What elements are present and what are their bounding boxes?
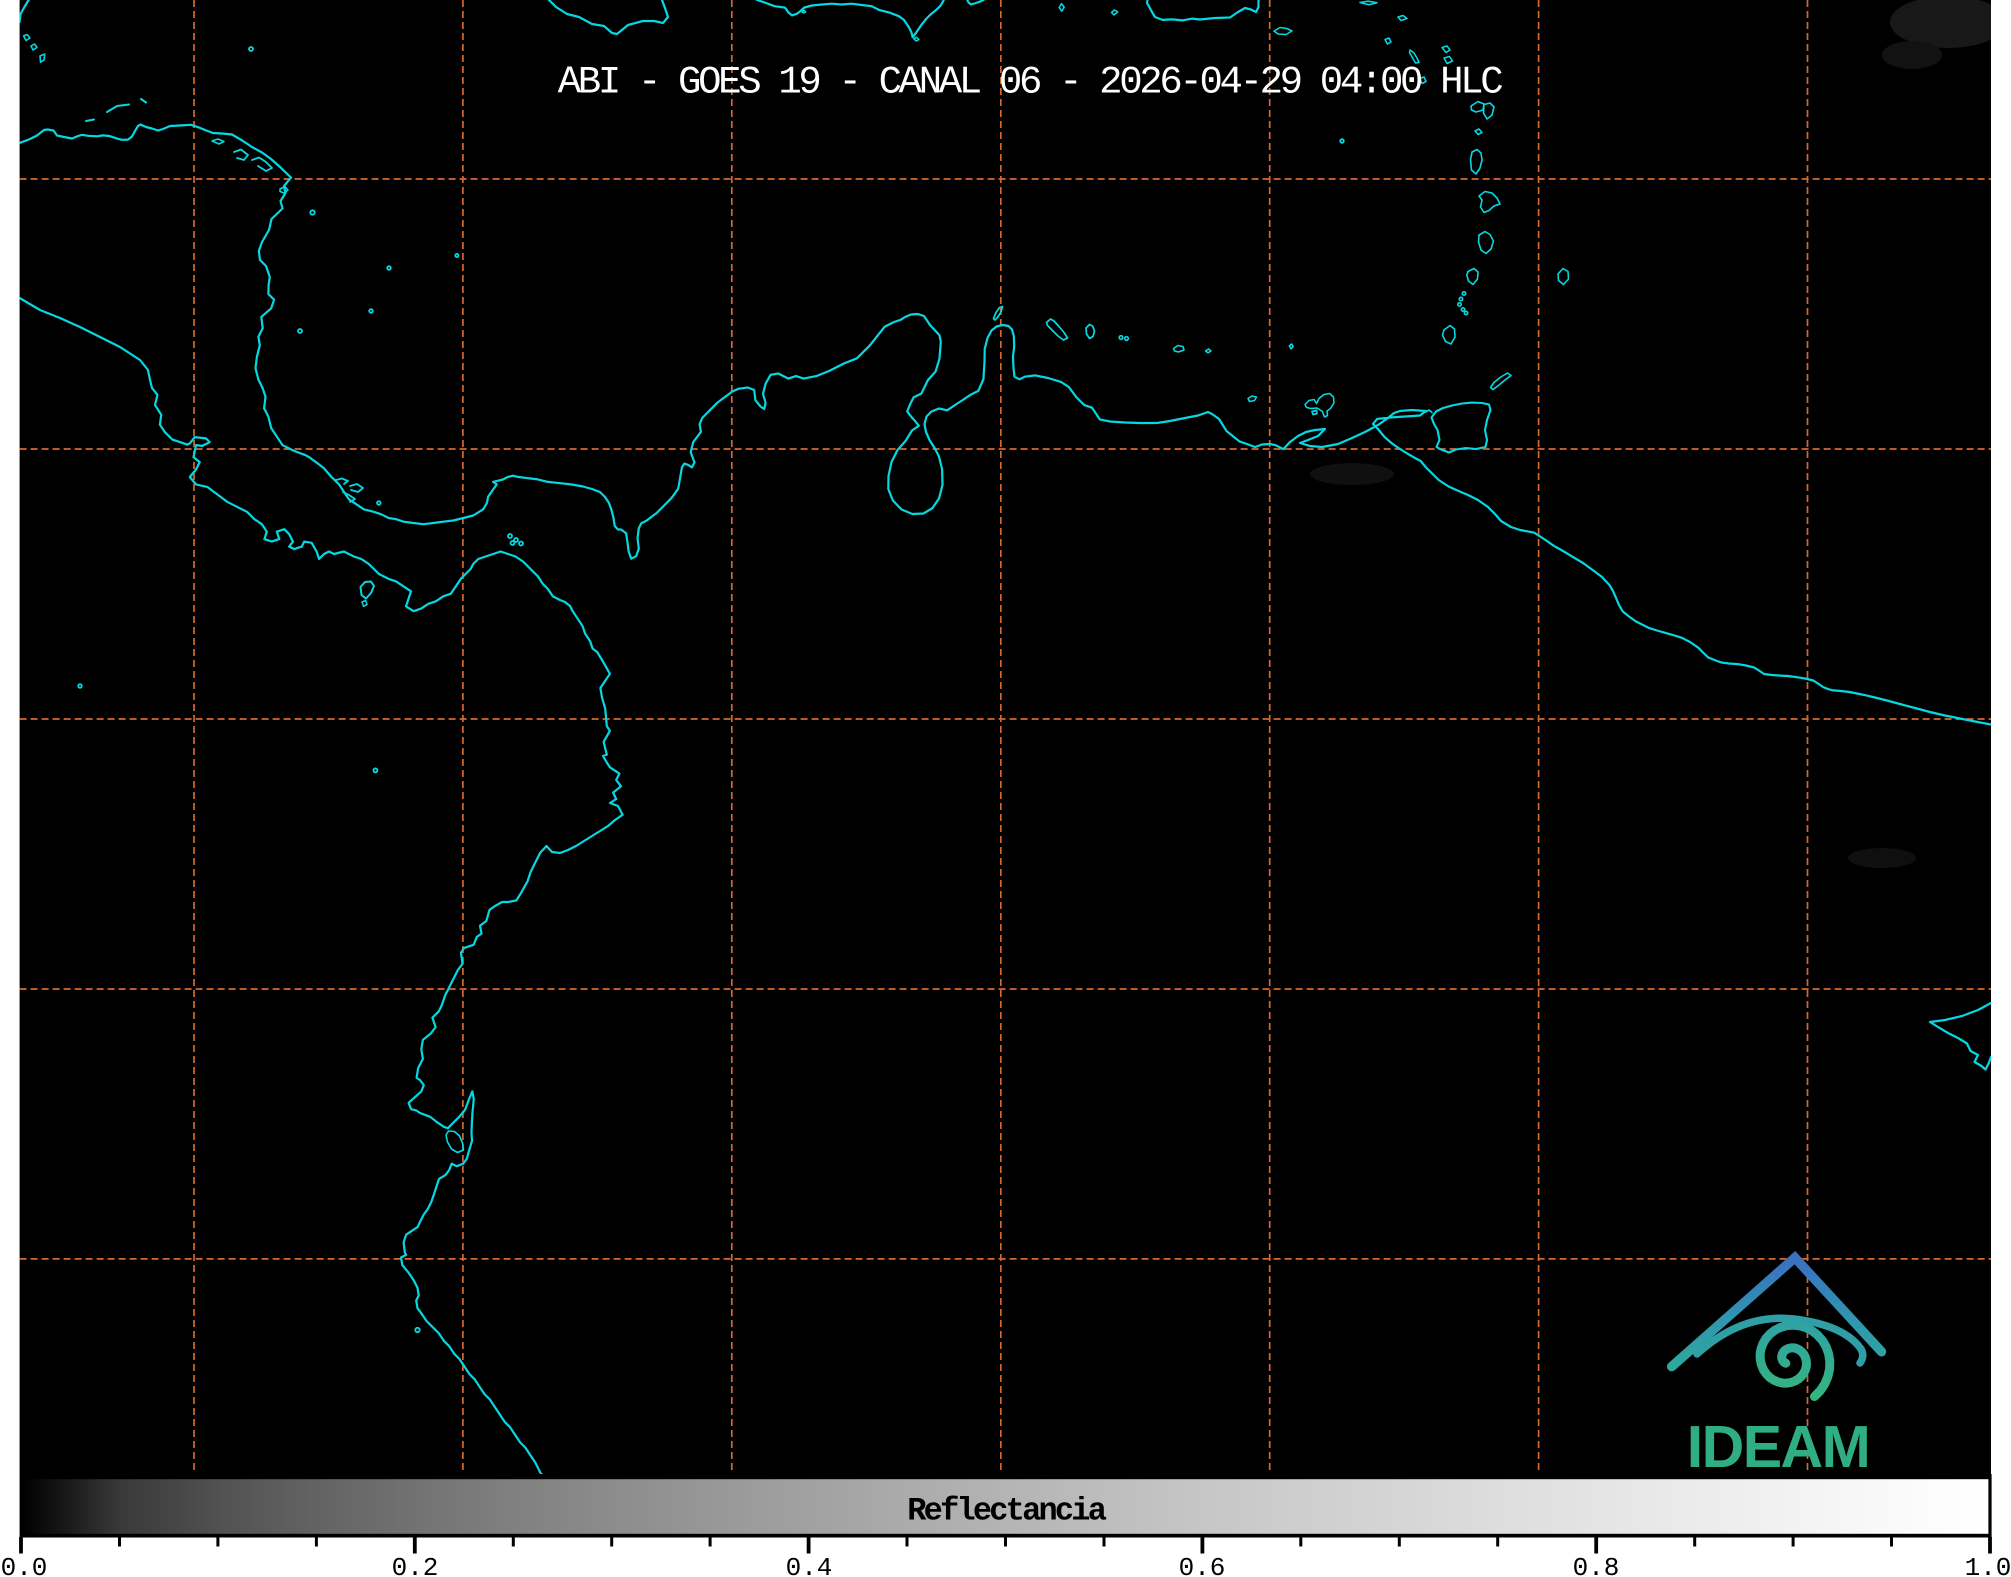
svg-text:0.0: 0.0 [1, 1553, 48, 1577]
svg-text:0.6: 0.6 [1179, 1553, 1226, 1577]
svg-text:0.4: 0.4 [786, 1553, 833, 1577]
svg-text:1.0: 1.0 [1965, 1553, 2011, 1577]
svg-text:ABI - GOES 19 - CANAL 06 - 202: ABI - GOES 19 - CANAL 06 - 2026-04-29 04… [558, 61, 1502, 105]
svg-text:0.2: 0.2 [392, 1553, 439, 1577]
svg-text:0.8: 0.8 [1573, 1553, 1620, 1577]
svg-text:Reflectancia: Reflectancia [907, 1493, 1106, 1530]
svg-text:IDEAM: IDEAM [1687, 1414, 1870, 1480]
